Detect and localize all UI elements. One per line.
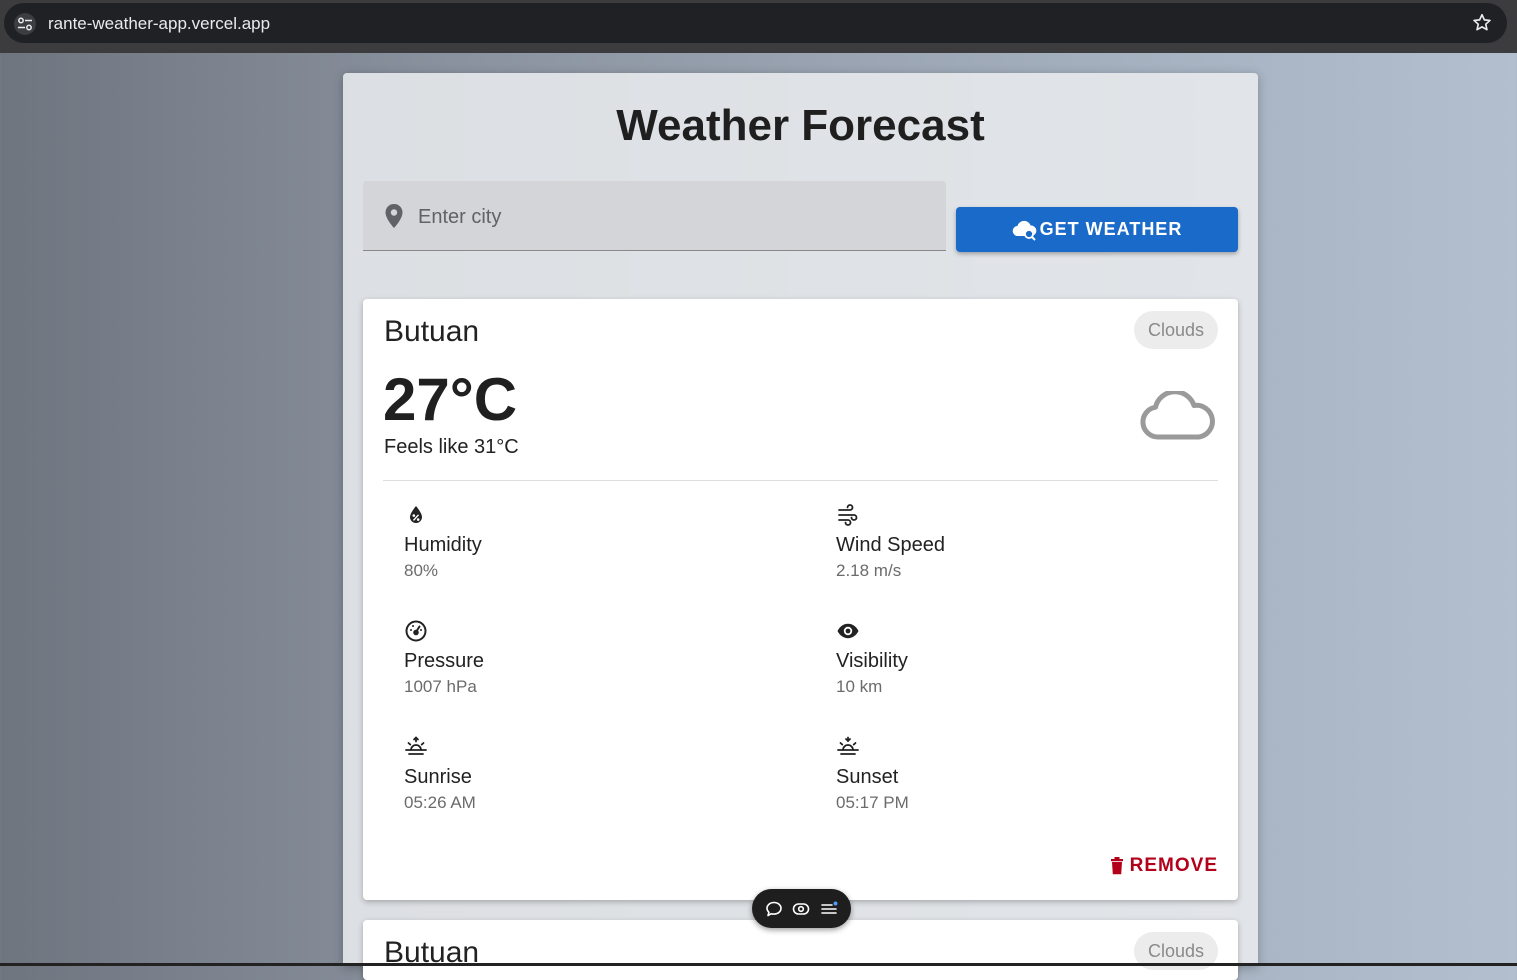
metric-label: Pressure: [404, 650, 485, 672]
metric-humidity: Humidity 80%: [404, 503, 784, 583]
sunrise-icon: [404, 735, 428, 759]
page-title: Weather Forecast: [616, 101, 985, 150]
location-pin-icon: [383, 203, 405, 229]
cloud-search-icon: [1012, 220, 1036, 241]
site-settings-icon[interactable]: [14, 13, 36, 35]
metric-label: Sunset: [836, 766, 899, 788]
remove-label: REMOVE: [1129, 855, 1218, 876]
weather-card: Butuan Clouds: [363, 920, 1238, 980]
metric-sunset: Sunset 05:17 PM: [836, 735, 1216, 815]
divider: [383, 480, 1218, 481]
floating-toolbar: [752, 889, 851, 928]
sunset-icon: [836, 735, 860, 759]
address-bar[interactable]: rante-weather-app.vercel.app: [4, 3, 1507, 43]
feels-like: Feels like 31°C: [384, 436, 519, 458]
pressure-gauge-icon: [404, 619, 428, 643]
eye-icon[interactable]: [792, 900, 810, 918]
menu-icon[interactable]: [820, 900, 838, 918]
metric-label: Visibility: [836, 650, 908, 672]
metric-wind-speed: Wind Speed 2.18 m/s: [836, 503, 1216, 583]
metric-value: 2.18 m/s: [836, 561, 902, 580]
get-weather-label: GET WEATHER: [1039, 219, 1183, 239]
metric-value: 80%: [404, 561, 439, 580]
metric-sunrise: Sunrise 05:26 AM: [404, 735, 784, 815]
wind-icon: [836, 503, 860, 527]
metric-value: 05:26 AM: [404, 793, 476, 812]
cloud-icon: [1140, 389, 1216, 441]
city-name: Butuan: [384, 315, 480, 348]
metric-value: 05:17 PM: [836, 793, 909, 812]
temperature: 27°C: [383, 366, 518, 433]
weather-app-panel: Weather Forecast GET WEATHER Butuan Clou…: [343, 73, 1258, 980]
comment-icon[interactable]: [765, 900, 783, 918]
get-weather-button[interactable]: GET WEATHER: [956, 207, 1238, 252]
humidity-icon: [404, 503, 428, 527]
url-text[interactable]: rante-weather-app.vercel.app: [48, 14, 270, 34]
trash-icon: [1110, 857, 1123, 875]
metric-visibility: Visibility 10 km: [836, 619, 1216, 699]
weather-card: Butuan Clouds 27°C Feels like 31°C Humid…: [363, 299, 1238, 900]
remove-button[interactable]: REMOVE: [1110, 855, 1218, 877]
condition-chip: Clouds: [1133, 311, 1218, 349]
metric-value: 10 km: [836, 677, 883, 696]
metric-label: Humidity: [404, 534, 482, 556]
metric-label: Sunrise: [404, 766, 472, 788]
metric-label: Wind Speed: [836, 534, 945, 556]
metric-pressure: Pressure 1007 hPa: [404, 619, 784, 699]
metric-value: 1007 hPa: [404, 677, 477, 696]
eye-icon: [836, 619, 860, 643]
city-input[interactable]: [416, 199, 920, 235]
browser-toolbar: rante-weather-app.vercel.app: [0, 0, 1517, 53]
city-search-field[interactable]: [363, 181, 946, 251]
bookmark-star-icon[interactable]: [1471, 12, 1493, 34]
